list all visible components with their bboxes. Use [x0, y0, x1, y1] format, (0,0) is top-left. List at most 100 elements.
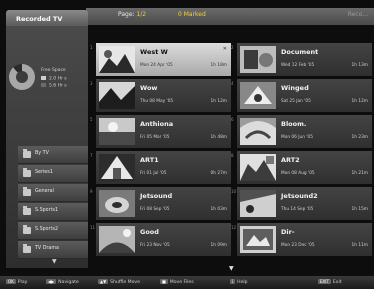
- page-label: Page:: [118, 11, 135, 18]
- folder-icon: [23, 206, 31, 215]
- page-indicator: Page: 1/2: [118, 11, 146, 18]
- recording-duration: 1h 21m: [351, 171, 368, 176]
- header-right-label: Reco...: [347, 11, 368, 18]
- recording-title: ART2: [281, 156, 300, 164]
- recording-number: 2: [231, 45, 234, 50]
- recording-item[interactable]: 11 Good Fri 23 Nov '05 1h 09m: [90, 223, 231, 256]
- footer-hint: EXIT Exit: [318, 279, 342, 285]
- recording-duration: 0h 27m: [210, 171, 227, 176]
- footer-hint: ◀▶ Navigate: [46, 279, 79, 285]
- recording-date: Fri 08 Sep '05: [140, 207, 170, 212]
- footer-help-bar: OK Play ◀▶ Navigate ▲▼ Shuffle Move ■ Move File…: [0, 276, 374, 289]
- recording-title: ART1: [140, 156, 159, 164]
- folder-item[interactable]: By TV: [18, 146, 88, 164]
- folder-item[interactable]: S.Sports2: [18, 222, 88, 240]
- recording-duration: 1h 23m: [351, 135, 368, 140]
- sidebar-title: Recorded TV: [16, 15, 63, 23]
- sidebar-tab[interactable]: Recorded TV: [6, 10, 88, 26]
- recording-item[interactable]: 10 Jetsound2 Thu 14 Sep '05 1h 15m: [231, 187, 372, 220]
- recording-number: 6: [231, 117, 234, 122]
- recording-item[interactable]: 3 Wow Thu 08 May '05 1h 12m: [90, 79, 231, 112]
- recording-date: Fri 23 Nov '05: [140, 243, 170, 248]
- remote-key-icon: OK: [6, 279, 16, 284]
- recording-duration: 1h 12m: [351, 99, 368, 104]
- recording-duration: 1h 15m: [351, 207, 368, 212]
- recording-item[interactable]: 7 ART1 Fri 01 Jul '05 0h 27m: [90, 151, 231, 184]
- recording-thumbnail: [240, 82, 276, 109]
- recording-title: Winged: [281, 84, 309, 92]
- recording-thumbnail: [240, 226, 276, 253]
- recording-date: Fri 05 Mar '05: [140, 135, 170, 140]
- close-icon[interactable]: ✕: [223, 46, 227, 52]
- recording-thumbnail: [99, 154, 135, 181]
- recording-number: 3: [90, 81, 93, 86]
- recording-item[interactable]: 9 Jetsound Fri 08 Sep '05 1h 03m: [90, 187, 231, 220]
- folder-label: By TV: [35, 151, 49, 156]
- folder-item[interactable]: Series1: [18, 165, 88, 183]
- folder-item[interactable]: TV Drama: [18, 241, 88, 259]
- recording-duration: 1h 11m: [351, 243, 368, 248]
- footer-hint-label: Exit: [332, 280, 342, 285]
- folder-label: S.Sports1: [35, 208, 58, 213]
- remote-key-icon: ▲▼: [98, 279, 109, 284]
- folder-icon: [23, 244, 31, 253]
- recording-date: Wed 12 Feb '05: [281, 63, 315, 68]
- recording-item[interactable]: 2 Document Wed 12 Feb '05 1h 13m: [231, 43, 372, 76]
- folder-item[interactable]: General: [18, 184, 88, 202]
- recording-thumbnail: [240, 46, 276, 73]
- recording-number: 10: [231, 189, 237, 194]
- recording-date: Mon 23 Dec '05: [281, 243, 315, 248]
- folder-label: TV Drama: [35, 246, 59, 251]
- footer-hint-label: Play: [17, 280, 28, 285]
- folder-icon: [23, 187, 31, 196]
- legend-text: 5.6 Hr s: [49, 83, 67, 89]
- recording-duration: 1h 09m: [210, 243, 227, 248]
- recording-thumbnail: [99, 190, 135, 217]
- recordings-grid: 1 West W Mon 24 Apr '05 1h 18m ✕ 2 Document Wed…: [90, 43, 372, 261]
- recording-date: Sat 25 Jan '05: [281, 99, 311, 104]
- folder-label: Series1: [35, 170, 53, 175]
- recording-date: Mon 24 Apr '05: [140, 63, 173, 68]
- footer-hint: ■ Move Files: [160, 279, 194, 285]
- folder-label: S.Sports2: [35, 227, 58, 232]
- recording-number: 12: [231, 225, 237, 230]
- recording-duration: 1h 48m: [210, 135, 227, 140]
- footer-hint-label: Help: [237, 280, 248, 285]
- folder-item[interactable]: S.Sports1: [18, 203, 88, 221]
- recording-title: West W: [140, 48, 168, 56]
- recording-number: 7: [90, 153, 93, 158]
- recording-duration: 1h 12m: [210, 99, 227, 104]
- recording-item[interactable]: 5 Anthiona Fri 05 Mar '05 1h 48m: [90, 115, 231, 148]
- grid-scroll-down-icon[interactable]: ▼: [229, 265, 234, 272]
- remote-key-icon: ■: [160, 279, 168, 284]
- recording-title: Bloom.: [281, 120, 307, 128]
- sidebar: Recorded TV Free Space 2.0 Hr s 5.6 Hr s…: [6, 10, 88, 268]
- footer-hint: OK Play: [6, 279, 27, 285]
- recording-thumbnail: [240, 190, 276, 217]
- recording-number: 11: [90, 225, 96, 230]
- recording-title: Wow: [140, 84, 158, 92]
- recording-item[interactable]: 4 Winged Sat 25 Jan '05 1h 12m: [231, 79, 372, 112]
- recorded-tv-screen: Page: 1/2 0 Marked Reco... Recorded TV F…: [0, 0, 374, 289]
- recording-item[interactable]: 8 ART2 Mon 08 Aug '05 1h 21m: [231, 151, 372, 184]
- marked-count-label: 0 Marked: [178, 11, 206, 18]
- free-space-chart: [9, 64, 35, 90]
- recording-title: Dir-: [281, 228, 295, 236]
- recording-title: Jetsound: [140, 192, 173, 200]
- recording-duration: 1h 13m: [351, 63, 368, 68]
- footer-hint: i Help: [230, 279, 248, 285]
- recording-date: Fri 01 Jul '05: [140, 171, 167, 176]
- recording-item[interactable]: 1 West W Mon 24 Apr '05 1h 18m ✕: [90, 43, 231, 76]
- recording-title: Document: [281, 48, 319, 56]
- remote-key-icon: i: [230, 279, 236, 284]
- recording-thumbnail: [99, 226, 135, 253]
- recording-thumbnail: [99, 118, 135, 145]
- recording-item[interactable]: 6 Bloom. Mon 06 Jun '05 1h 23m: [231, 115, 372, 148]
- sidebar-scroll-down-icon[interactable]: ▼: [52, 258, 57, 265]
- recording-title: Jetsound2: [281, 192, 318, 200]
- recording-date: Thu 14 Sep '05: [281, 207, 314, 212]
- recording-duration: 1h 18m: [210, 63, 227, 68]
- recording-duration: 1h 03m: [210, 207, 227, 212]
- recording-item[interactable]: 12 Dir- Mon 23 Dec '05 1h 11m: [231, 223, 372, 256]
- recording-number: 5: [90, 117, 93, 122]
